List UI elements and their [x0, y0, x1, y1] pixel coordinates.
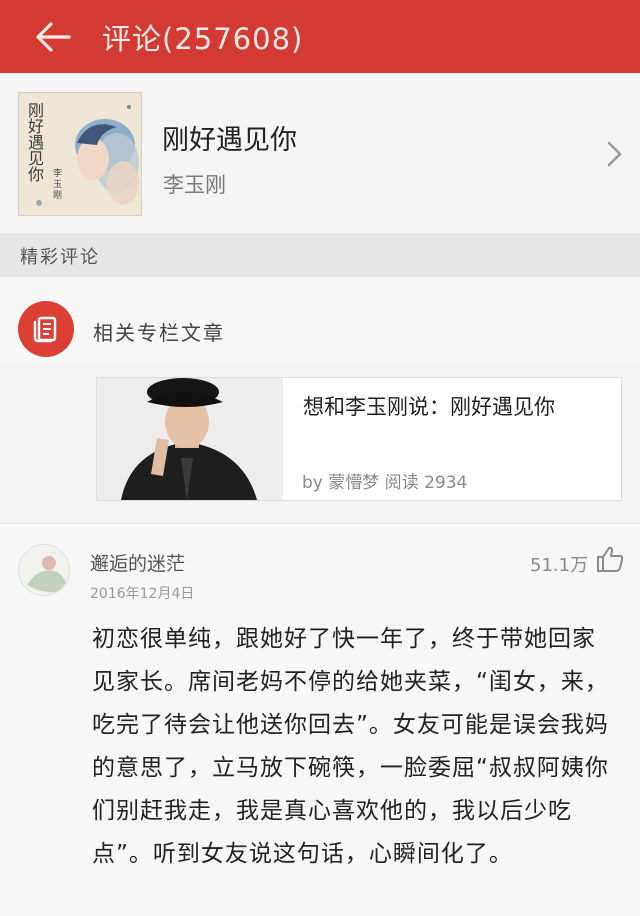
comment-text: 初恋很单纯，跟她好了快一年了，终于带她回家见家长。席间老妈不停的给她夹菜，“闺女…: [92, 626, 609, 867]
cover-artist-text: 李玉刚: [53, 169, 63, 201]
section-label: 精彩评论: [20, 247, 100, 268]
article-card[interactable]: 想和李玉刚说：刚好遇见你 by 蒙懵梦 阅读 2934: [96, 377, 622, 501]
song-info-row[interactable]: 刚好遇见你 李玉刚 刚好遇见你 李玉刚: [0, 73, 640, 233]
related-articles-row[interactable]: 相关专栏文章: [0, 277, 640, 365]
top-app-bar: 评论(257608): [0, 0, 640, 73]
arrow-left-icon: [36, 21, 71, 52]
song-title: 刚好遇见你: [162, 125, 297, 156]
avatar[interactable]: [18, 544, 70, 596]
album-cover: 刚好遇见你 李玉刚: [18, 92, 142, 216]
like-count: 51.1万: [530, 555, 589, 576]
cover-title-text: 刚好遇见你: [28, 101, 45, 184]
song-artist: 李玉刚: [163, 173, 226, 197]
article-thumbnail: [97, 378, 283, 500]
chevron-right-icon: [607, 141, 622, 167]
related-articles-label: 相关专栏文章: [93, 321, 225, 345]
article-title: 想和李玉刚说：刚好遇见你: [303, 395, 555, 419]
thumbs-up-icon[interactable]: [595, 544, 625, 574]
comment-username[interactable]: 邂逅的迷茫: [90, 549, 185, 576]
section-header-hot-comments: 精彩评论: [0, 233, 640, 277]
back-button[interactable]: [22, 0, 84, 73]
comment-date: 2016年12月4日: [90, 586, 195, 602]
comment-item: 邂逅的迷茫 2016年12月4日 51.1万 初恋很单纯，跟她好了快一年了，终于…: [0, 524, 640, 916]
article-meta: by 蒙懵梦 阅读 2934: [302, 473, 468, 493]
article-icon: [18, 301, 74, 357]
page-title: 评论(257608): [102, 21, 304, 56]
